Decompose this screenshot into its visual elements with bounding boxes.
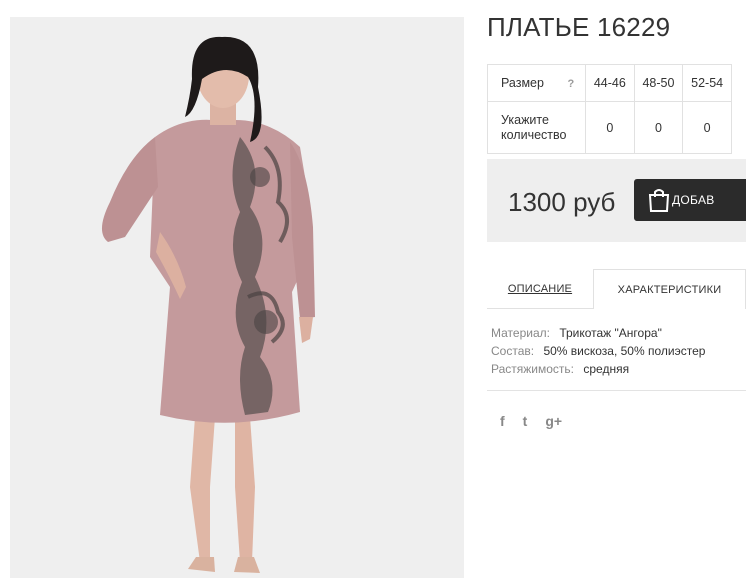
size-option: 52-54	[682, 64, 732, 102]
add-to-cart-button[interactable]: ДОБАВ	[634, 179, 746, 221]
social-share: f t g+	[500, 412, 562, 430]
size-help-icon[interactable]: ?	[567, 78, 574, 90]
size-label-cell: Размер ?	[487, 64, 586, 102]
product-photo[interactable]	[10, 17, 464, 578]
twitter-icon[interactable]: t	[523, 412, 528, 430]
quantity-label-cell: Укажите количество	[487, 101, 586, 154]
dress-photo-illustration	[10, 17, 464, 578]
spec-value: Трикотаж "Ангора"	[559, 326, 662, 340]
quantity-input[interactable]: 0	[633, 101, 684, 154]
product-title: ПЛАТЬЕ 16229	[487, 12, 671, 42]
spec-value: 50% вискоза, 50% полиэстер	[543, 344, 706, 358]
size-option: 44-46	[585, 64, 635, 102]
quantity-input[interactable]: 0	[585, 101, 635, 154]
tab-specifications[interactable]: ХАРАКТЕРИСТИКИ	[593, 269, 746, 309]
tab-description[interactable]: ОПИСАНИЕ	[487, 269, 593, 309]
size-quantity-table: Размер ? 44-46 48-50 52-54 Укажите колич…	[487, 64, 732, 154]
spec-row: Растяжимость: средняя	[491, 360, 705, 378]
add-to-cart-label: ДОБАВ	[672, 193, 715, 207]
price: 1300 руб	[508, 187, 616, 217]
spec-key: Растяжимость:	[491, 362, 575, 376]
google-plus-icon[interactable]: g+	[545, 412, 562, 430]
specs-list: Материал: Трикотаж "Ангора" Состав: 50% …	[491, 324, 705, 378]
product-tabs: ОПИСАНИЕ ХАРАКТЕРИСТИКИ	[487, 269, 746, 309]
divider	[487, 390, 746, 391]
quantity-label-line1: Укажите	[501, 112, 549, 127]
spec-value: средняя	[583, 362, 630, 376]
spec-key: Состав:	[491, 344, 535, 358]
quantity-input[interactable]: 0	[682, 101, 732, 154]
spec-key: Материал:	[491, 326, 550, 340]
size-option: 48-50	[633, 64, 684, 102]
spec-row: Состав: 50% вискоза, 50% полиэстер	[491, 342, 705, 360]
quantity-label-line2: количество	[501, 127, 567, 142]
spec-row: Материал: Трикотаж "Ангора"	[491, 324, 705, 342]
shopping-bag-icon	[648, 189, 670, 212]
facebook-icon[interactable]: f	[500, 412, 505, 430]
price-box: 1300 руб ДОБАВ	[487, 159, 746, 242]
size-label: Размер	[501, 76, 544, 90]
